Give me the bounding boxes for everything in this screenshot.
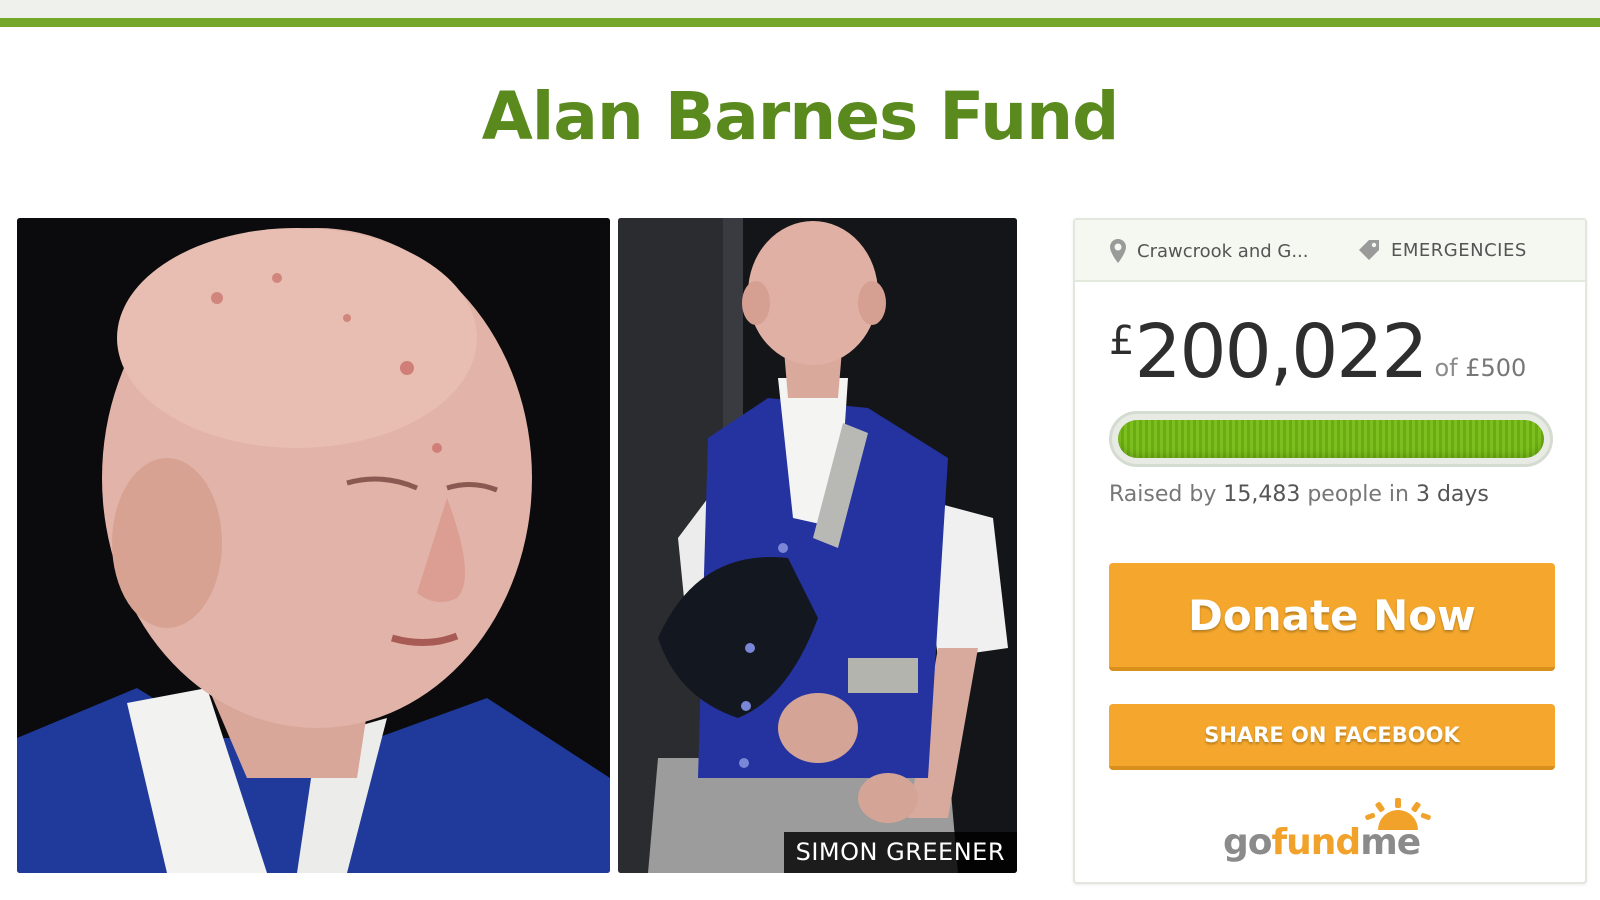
donate-now-button[interactable]: Donate Now xyxy=(1109,563,1555,671)
location-link[interactable]: Crawcrook and G... xyxy=(1109,238,1309,264)
goal-prefix: of xyxy=(1434,354,1458,382)
people-in-text: people in xyxy=(1307,482,1409,507)
campaign-meta: Crawcrook and G... EMERGENCIES xyxy=(1075,220,1585,282)
goal-text: of £500 xyxy=(1434,354,1526,382)
logo-wordmark: gofundme xyxy=(1223,822,1421,863)
raised-by-prefix: Raised by xyxy=(1109,482,1217,507)
logo-go: go xyxy=(1223,822,1273,863)
map-pin-icon xyxy=(1110,239,1126,263)
page-title: Alan Barnes Fund xyxy=(481,78,1120,155)
logo-fund: fund xyxy=(1271,822,1362,863)
category-link[interactable]: EMERGENCIES xyxy=(1357,238,1527,262)
amount-raised: £ 200,022 of £500 xyxy=(1109,312,1526,392)
amount-value: 200,022 xyxy=(1134,309,1428,395)
days-count: 3 days xyxy=(1415,482,1489,507)
raised-summary: Raised by 15,483 people in 3 days xyxy=(1109,482,1489,507)
donor-count: 15,483 xyxy=(1223,482,1301,507)
donation-card: Crawcrook and G... EMERGENCIES £ 200,022… xyxy=(1073,218,1587,884)
progress-fill xyxy=(1118,420,1544,458)
share-facebook-button[interactable]: SHARE ON FACEBOOK xyxy=(1109,704,1555,770)
portrait-standing-image xyxy=(618,218,1017,873)
category-label: EMERGENCIES xyxy=(1391,239,1527,261)
currency-symbol: £ xyxy=(1109,318,1135,364)
gofundme-logo: gofundme xyxy=(1223,798,1443,868)
photo-credit: SIMON GREENER xyxy=(783,832,1017,873)
portrait-closeup-image xyxy=(17,218,610,873)
tag-icon xyxy=(1359,240,1379,260)
campaign-photo-closeup xyxy=(17,218,610,873)
top-strip xyxy=(0,0,1600,18)
location-label: Crawcrook and G... xyxy=(1137,240,1309,262)
campaign-photo-standing: SIMON GREENER xyxy=(618,218,1017,873)
progress-bar xyxy=(1109,411,1553,467)
logo-me: me xyxy=(1360,822,1421,863)
brand-bar xyxy=(0,18,1600,27)
goal-value: £500 xyxy=(1465,354,1527,382)
